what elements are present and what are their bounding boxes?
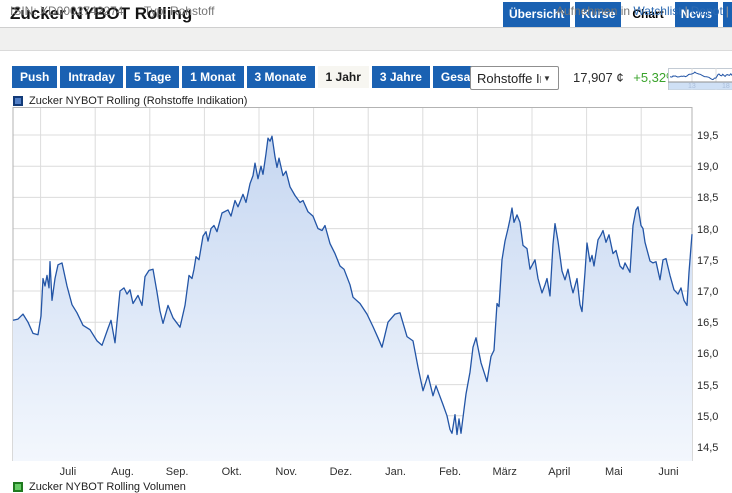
volume-series-legend: Zucker NYBOT Rolling Volumen xyxy=(13,481,186,493)
period-push[interactable]: Push xyxy=(12,66,58,88)
x-tick: Jan. xyxy=(385,466,406,478)
typ-label: Typ: xyxy=(143,4,167,18)
x-tick: Sep. xyxy=(165,466,189,478)
x-tick: Juli xyxy=(59,466,77,478)
x-tick: April xyxy=(548,466,571,478)
y-tick: 19,0 xyxy=(697,161,719,174)
instrument-select-value: Rohstoffe In xyxy=(477,70,541,86)
y-tick: 17,5 xyxy=(697,254,719,267)
price-chart: 19,5 19,0 18,5 18,0 17,5 17,0 16,5 16,0 15,5 15,0… xyxy=(0,107,732,479)
watch-prefix: Aufnehmen in xyxy=(556,4,631,18)
x-tick: Nov. xyxy=(275,466,298,478)
isin-label: ISIN: xyxy=(10,4,37,18)
period-3-monate[interactable]: 3 Monate xyxy=(246,66,315,88)
isin-value: XD0002742274 xyxy=(40,4,124,18)
x-tick: Mai xyxy=(605,466,623,478)
link-watchlist[interactable]: Watchlist xyxy=(633,4,681,18)
price-series-swatch-icon xyxy=(13,96,23,106)
period-3-jahre[interactable]: 3 Jahre xyxy=(371,66,430,88)
chevron-down-icon: ▼ xyxy=(543,73,551,83)
y-tick: 16,5 xyxy=(697,317,719,330)
instrument-select[interactable]: Rohstoffe In ▼ xyxy=(470,66,559,90)
period-1-monat[interactable]: 1 Monat xyxy=(182,66,244,88)
watch-links: Watchlist|Depot|Börse xyxy=(633,4,732,18)
period-5-tage[interactable]: 5 Tage xyxy=(126,66,180,88)
y-tick: 18,0 xyxy=(697,223,719,236)
y-tick: 14,5 xyxy=(697,442,719,454)
quote: 17,907 ¢ +5,32% xyxy=(573,70,678,85)
spark-label: 18 xyxy=(722,83,730,90)
subheader-bar xyxy=(0,27,732,51)
price-series-legend: Zucker NYBOT Rolling (Rohstoffe Indikati… xyxy=(13,95,247,107)
period-intraday[interactable]: Intraday xyxy=(60,66,124,88)
y-tick: 18,5 xyxy=(697,192,719,205)
mini-chart-thumbnail[interactable]: 13 18 xyxy=(668,68,732,90)
period-buttons: Push Intraday 5 Tage 1 Monat 3 Monate 1 Jahr 3… xyxy=(12,66,493,88)
x-tick: Aug. xyxy=(111,466,134,478)
spark-label: 13 xyxy=(688,83,696,90)
page: Zucker NYBOT Rolling Übersicht Kurse Chart… xyxy=(0,0,732,493)
y-tick: 15,0 xyxy=(697,410,719,423)
volume-series-swatch-icon xyxy=(13,482,23,492)
price-chart-svg[interactable] xyxy=(0,107,732,462)
period-1-jahr[interactable]: 1 Jahr xyxy=(317,66,369,88)
link-depot[interactable]: Depot xyxy=(691,4,723,18)
link-separator: | xyxy=(684,4,688,18)
x-tick: Juni xyxy=(658,466,679,478)
x-tick: Feb. xyxy=(439,466,462,478)
isin-line: ISIN: XD0002742274 Typ: Rohstoff xyxy=(10,4,214,18)
y-tick: 16,0 xyxy=(697,348,719,361)
price-series-label: Zucker NYBOT Rolling (Rohstoffe Indikati… xyxy=(29,95,248,107)
y-tick: 15,5 xyxy=(697,379,719,392)
x-tick: Okt. xyxy=(221,466,242,478)
last-price: 17,907 ¢ xyxy=(573,70,624,85)
y-tick: 19,5 xyxy=(697,130,719,142)
x-tick: Dez. xyxy=(329,466,353,478)
typ-value: Rohstoff xyxy=(169,4,215,18)
y-tick: 17,0 xyxy=(697,286,719,298)
volume-series-label: Zucker NYBOT Rolling Volumen xyxy=(29,481,186,493)
link-separator: | xyxy=(725,4,729,18)
watchlist-line: Aufnehmen in Watchlist|Depot|Börse xyxy=(556,4,732,18)
x-tick: März xyxy=(492,466,517,478)
